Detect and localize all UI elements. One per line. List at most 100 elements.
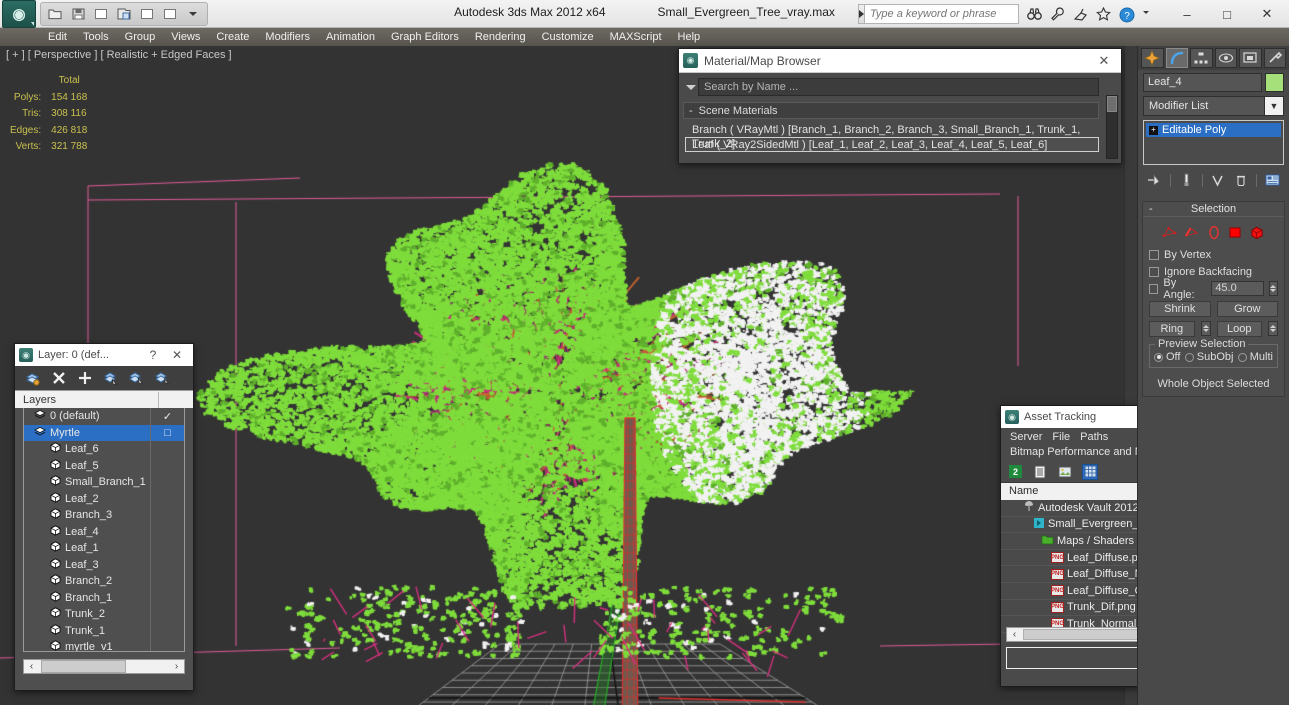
ring-button[interactable]: Ring	[1149, 321, 1195, 337]
app-logo-button[interactable]: ◉	[2, 0, 36, 28]
motion-tab-icon[interactable]	[1214, 48, 1237, 68]
ring-spinner[interactable]	[1200, 321, 1211, 336]
layer-row[interactable]: Leaf_5	[24, 457, 184, 474]
preview-option-subobj[interactable]: SubObj	[1184, 351, 1233, 363]
display-tab-icon[interactable]	[1239, 48, 1262, 68]
border-icon[interactable]	[1206, 225, 1221, 240]
layer-row[interactable]: Myrtle □	[24, 424, 184, 441]
layer-row-state[interactable]: ✓	[150, 408, 184, 425]
create-tab-icon[interactable]	[1141, 48, 1164, 68]
layer-row-state[interactable]	[150, 507, 184, 524]
menu-rendering[interactable]: Rendering	[467, 28, 534, 46]
modifier-list-dropdown[interactable]: Modifier List ▼	[1143, 96, 1284, 116]
hierarchy-tab-icon[interactable]	[1190, 48, 1213, 68]
layer-row-state[interactable]	[150, 457, 184, 474]
layer-dialog-titlebar[interactable]: ◉ Layer: 0 (def... ? ✕	[15, 344, 193, 366]
hscroll-thumb[interactable]	[41, 660, 126, 673]
list-view-icon[interactable]	[1032, 464, 1048, 480]
save-file-icon[interactable]	[68, 5, 88, 24]
layer-list-hscrollbar[interactable]: ‹ ›	[23, 659, 185, 674]
asset-menu-server[interactable]: Server	[1005, 430, 1047, 445]
vault-icon[interactable]: 2	[1007, 464, 1023, 480]
menu-graph-editors[interactable]: Graph Editors	[383, 28, 467, 46]
add-layer-icon[interactable]	[77, 370, 93, 386]
loop-spinner[interactable]	[1268, 321, 1278, 336]
menu-modifiers[interactable]: Modifiers	[257, 28, 318, 46]
minimize-button[interactable]: –	[1167, 1, 1207, 27]
blank2-icon[interactable]	[160, 5, 180, 24]
layer-help-button[interactable]: ?	[141, 345, 165, 365]
layer-row[interactable]: Trunk_1	[24, 622, 184, 639]
preview-option-multi[interactable]: Multi	[1237, 351, 1273, 363]
layer-row[interactable]: Branch_2	[24, 573, 184, 590]
asset-menu-paths[interactable]: Paths	[1075, 430, 1113, 445]
by-vertex-checkbox[interactable]	[1149, 249, 1159, 260]
close-button[interactable]: ✕	[1247, 1, 1287, 27]
material-search-input[interactable]: Search by Name ...	[698, 78, 1099, 96]
layer-list[interactable]: 0 (default) ✓ Myrtle □ Leaf_6 Leaf_5 Small_Bra…	[23, 408, 185, 652]
hscroll-left-arrow[interactable]: ‹	[24, 661, 39, 672]
material-list-item[interactable]: Branch ( VRayMtl ) [Branch_1, Branch_2, …	[685, 122, 1099, 150]
layer-row-state[interactable]	[150, 556, 184, 573]
by-angle-value-field[interactable]: 45.0	[1211, 281, 1264, 296]
layer-row-state[interactable]	[150, 441, 184, 458]
modify-tab-icon[interactable]	[1165, 48, 1188, 68]
by-angle-checkbox[interactable]	[1149, 283, 1159, 294]
preview-option-off[interactable]: Off	[1154, 351, 1180, 363]
menu-help[interactable]: Help	[670, 28, 709, 46]
layer-row-state[interactable]	[150, 523, 184, 540]
layer-row-state[interactable]	[150, 622, 184, 639]
layer-row[interactable]: Small_Branch_1	[24, 474, 184, 491]
layer-row-state[interactable]	[150, 589, 184, 606]
by-angle-row[interactable]: By Angle: 45.0	[1149, 277, 1279, 301]
ignore-backfacing-checkbox[interactable]	[1149, 266, 1159, 277]
binoculars-icon[interactable]	[1027, 7, 1042, 22]
radio-button[interactable]	[1154, 352, 1163, 362]
menu-edit[interactable]: Edit	[40, 28, 75, 46]
grid-view-icon[interactable]	[1082, 463, 1098, 480]
modifier-stack[interactable]: + Editable Poly	[1143, 120, 1284, 165]
pin-stack-icon[interactable]	[1147, 173, 1162, 188]
scrollbar-thumb[interactable]	[1107, 96, 1117, 112]
select-objects-in-layer-icon[interactable]	[103, 370, 119, 386]
qat-dropdown-icon[interactable]	[183, 5, 203, 24]
material-browser-titlebar[interactable]: ◉ Material/Map Browser ✕	[679, 49, 1121, 73]
open-file-icon[interactable]	[45, 5, 65, 24]
viewport-label[interactable]: [ + ] [ Perspective ] [ Realistic + Edge…	[6, 49, 232, 61]
layer-row-state[interactable]	[150, 490, 184, 507]
menu-customize[interactable]: Customize	[534, 28, 602, 46]
layer-row[interactable]: Leaf_6	[24, 441, 184, 458]
asset-hscroll-left-arrow[interactable]: ‹	[1007, 629, 1022, 640]
material-browser-close-button[interactable]: ✕	[1091, 50, 1117, 72]
selection-collapse-icon[interactable]: -	[1149, 203, 1153, 215]
layer-row[interactable]: Trunk_2	[24, 606, 184, 623]
help-dropdown-icon[interactable]	[1142, 7, 1150, 22]
edge-icon[interactable]	[1184, 225, 1199, 240]
layer-row-state[interactable]: □	[150, 424, 184, 441]
layer-row-state[interactable]	[150, 474, 184, 491]
by-angle-spinner[interactable]	[1268, 281, 1279, 296]
layer-manager-window[interactable]: ◉ Layer: 0 (def... ? ✕ Layers 0 (default…	[14, 343, 194, 691]
layer-row[interactable]: Leaf_2	[24, 490, 184, 507]
material-browser-scrollbar[interactable]	[1106, 95, 1118, 159]
modifier-stack-item-editable-poly[interactable]: + Editable Poly	[1146, 123, 1281, 137]
hscroll-right-arrow[interactable]: ›	[169, 661, 184, 672]
chevron-down-icon[interactable]: ▼	[1264, 97, 1283, 115]
layer-row-state[interactable]	[150, 573, 184, 590]
help-icon[interactable]: ?	[1119, 7, 1135, 22]
delete-layer-icon[interactable]	[51, 370, 67, 386]
element-icon[interactable]	[1250, 225, 1265, 240]
show-end-result-icon[interactable]	[1179, 173, 1194, 188]
make-unique-icon[interactable]	[1210, 173, 1225, 188]
layer-row[interactable]: 0 (default) ✓	[24, 408, 184, 425]
material-list[interactable]: Branch ( VRayMtl ) [Branch_1, Branch_2, …	[685, 122, 1099, 152]
layer-row-state[interactable]	[150, 606, 184, 623]
layer-row[interactable]: Leaf_4	[24, 523, 184, 540]
star-icon[interactable]	[1096, 6, 1111, 22]
thumbnail-view-icon[interactable]	[1057, 464, 1073, 480]
grow-button[interactable]: Grow	[1216, 301, 1278, 317]
search-input[interactable]	[865, 4, 1019, 24]
hscroll-track[interactable]	[39, 660, 169, 673]
material-list-item[interactable]: Leaf ( VRay2SidedMtl ) [Leaf_1, Leaf_2, …	[685, 137, 1099, 152]
layer-row[interactable]: Leaf_1	[24, 540, 184, 557]
